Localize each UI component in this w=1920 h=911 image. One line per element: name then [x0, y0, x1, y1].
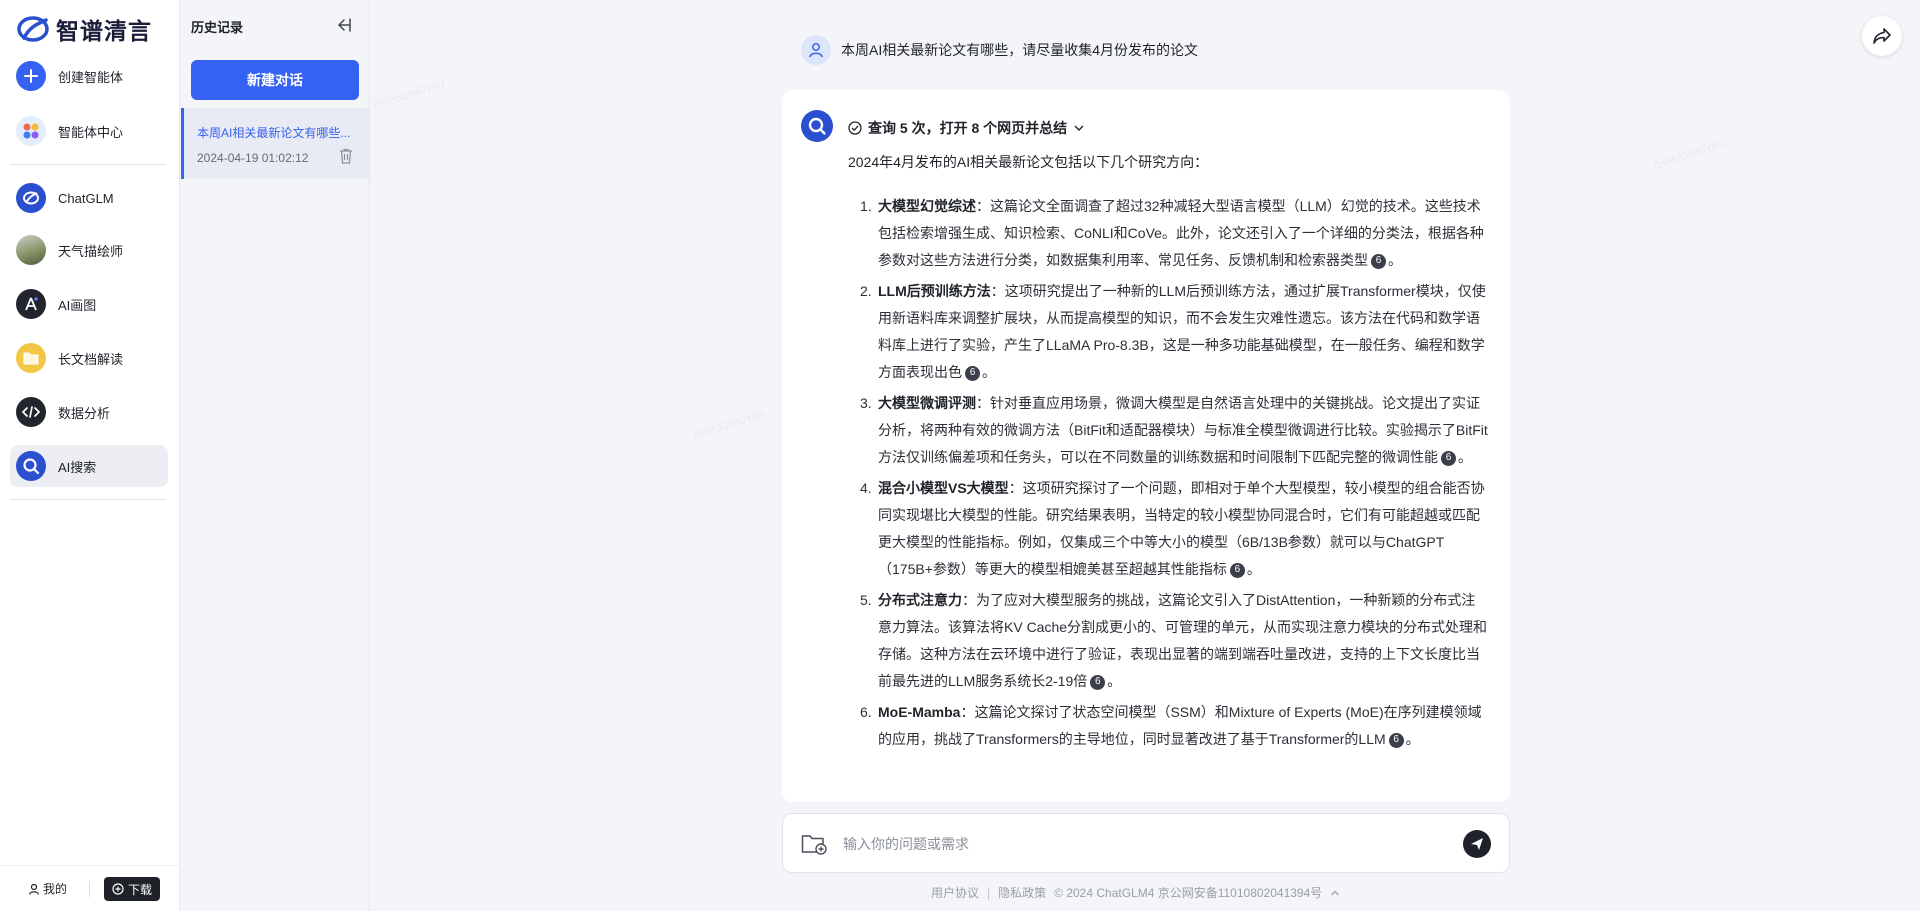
history-title: 历史记录 — [191, 20, 244, 35]
search-summary-text: 查询 5 次，打开 8 个网页并总结 — [868, 120, 1068, 136]
send-button[interactable] — [1463, 830, 1491, 858]
user-avatar — [801, 35, 831, 65]
user-icon — [809, 43, 823, 58]
weather-avatar-icon — [16, 235, 46, 265]
composer — [782, 813, 1510, 873]
nav-label: 数据分析 — [58, 405, 111, 421]
list-item: 5. 分布式注意力：为了应对大模型服务的挑战，这篇论文引入了DistAttenti… — [860, 592, 1488, 690]
list-item: 2. LLM后预训练方法：这项研究提出了一种新的LLM后预训练方法，通过扩展Tra… — [860, 283, 1486, 381]
ai-search-icon — [808, 117, 826, 135]
ai-search-icon — [16, 451, 46, 481]
share-button[interactable] — [1862, 16, 1902, 56]
nav-label: AI画图 — [58, 297, 97, 313]
upload-file-icon[interactable] — [801, 833, 827, 855]
answer-list: 1. 大模型幻觉综述：这篇论文全面调查了超过32种减轻大型语言模型（LLM）幻觉的… — [852, 193, 1488, 757]
citation-badge[interactable]: 6 — [1441, 450, 1456, 466]
main-area: ZHIPUQINGYAN ZHIPUQINGYAN ZHIPUQINGYAN 本… — [371, 0, 1920, 911]
brand-logo[interactable]: 智谱清言 — [16, 12, 152, 46]
chevron-down-icon — [1074, 125, 1084, 131]
history-panel: 历史记录 新建对话 本周AI相关最新论文有哪些... 2024-04-19 01… — [181, 0, 370, 911]
check-circle-icon — [848, 121, 862, 135]
code-icon — [16, 397, 46, 427]
nav-item-agent-center[interactable]: 智能体中心 — [10, 110, 168, 152]
apps-icon — [16, 116, 46, 146]
logo-mark-icon — [17, 16, 49, 42]
user-icon — [28, 883, 40, 895]
my-profile-button[interactable]: 我的 — [28, 880, 67, 897]
trash-icon[interactable] — [339, 148, 353, 164]
document-icon — [16, 343, 46, 373]
download-icon — [112, 883, 124, 895]
list-item: 3. 大模型微调评测：针对垂直应用场景，微调大模型是自然语言处理中的关键挑战。论文… — [860, 395, 1488, 466]
divider: | — [987, 885, 991, 900]
terms-link[interactable]: 用户协议 — [931, 884, 979, 901]
nav-item-chatglm[interactable]: ChatGLM — [10, 177, 168, 219]
citation-badge[interactable]: 6 — [965, 365, 980, 381]
watermark: ZHIPUQINGYAN — [1651, 138, 1727, 173]
nav-divider — [10, 164, 166, 165]
share-icon — [1873, 28, 1891, 44]
nav-label: 长文档解读 — [58, 351, 124, 367]
user-message: 本周AI相关最新论文有哪些，请尽量收集4月份发布的论文 — [801, 35, 1198, 65]
citation-badge[interactable]: 6 — [1388, 732, 1404, 748]
download-label: 下载 — [128, 882, 153, 897]
download-button[interactable]: 下载 — [104, 877, 161, 901]
send-icon — [1471, 838, 1483, 850]
citation-badge[interactable]: 6 — [1229, 562, 1245, 578]
my-profile-label: 我的 — [43, 882, 68, 896]
watermark: ZHIPUQINGYAN — [371, 78, 447, 113]
nav-item-long-doc[interactable]: 长文档解读 — [10, 337, 168, 379]
divider — [89, 881, 90, 897]
chatglm-logo-icon — [16, 183, 46, 213]
new-chat-button[interactable]: 新建对话 — [191, 60, 359, 100]
watermark: ZHIPUQINGYAN — [691, 408, 767, 443]
chevron-up-icon[interactable] — [1330, 888, 1340, 898]
footer: 用户协议 | 隐私政策 © 2024 ChatGLM4 京公网安备1101080… — [931, 884, 1340, 901]
nav-item-weather-painter[interactable]: 天气描绘师 — [10, 229, 168, 271]
plus-icon — [16, 61, 46, 91]
search-summary-toggle[interactable]: 查询 5 次，打开 8 个网页并总结 — [848, 118, 1085, 138]
history-item-title: 本周AI相关最新论文有哪些... — [197, 126, 351, 140]
list-item: 1. 大模型幻觉综述：这篇论文全面调查了超过32种减轻大型语言模型（LLM）幻觉的… — [860, 198, 1484, 269]
citation-badge[interactable]: 6 — [1371, 253, 1386, 269]
nav-bottom-bar: 我的 下载 — [0, 865, 180, 911]
privacy-link[interactable]: 隐私政策 — [998, 884, 1046, 901]
ai-draw-icon — [16, 289, 46, 319]
answer-intro: 2024年4月发布的AI相关最新论文包括以下几个研究方向： — [848, 154, 1209, 170]
nav-label: 天气描绘师 — [58, 243, 124, 259]
user-message-text: 本周AI相关最新论文有哪些，请尽量收集4月份发布的论文 — [841, 42, 1199, 58]
chat-input[interactable] — [843, 830, 1403, 858]
nav-item-data-analysis[interactable]: 数据分析 — [10, 391, 168, 433]
nav-divider — [10, 499, 166, 500]
nav-item-ai-search[interactable]: AI搜索 — [10, 445, 168, 487]
answer-card: 查询 5 次，打开 8 个网页并总结 2024年4月发布的AI相关最新论文包括以… — [782, 90, 1510, 802]
nav-label: AI搜索 — [58, 459, 97, 475]
history-item[interactable]: 本周AI相关最新论文有哪些... 2024-04-19 01:02:12 — [181, 108, 369, 179]
copyright-text: © 2024 ChatGLM4 京公网安备11010802041394号 — [1054, 886, 1323, 900]
left-nav: 智谱清言 创建智能体 智能体中心 ChatGLM 天气描绘师 AI画图 长文档解… — [0, 0, 180, 911]
collapse-sidebar-icon[interactable] — [334, 16, 352, 34]
list-item: 4. 混合小模型VS大模型：这项研究探讨了一个问题，即相对于单个大型模型，较小模型… — [860, 480, 1485, 578]
nav-label: 创建智能体 — [58, 69, 124, 85]
bot-avatar — [801, 110, 833, 142]
nav-item-ai-draw[interactable]: AI画图 — [10, 283, 168, 325]
nav-item-create-agent[interactable]: 创建智能体 — [10, 55, 168, 97]
brand-name: 智谱清言 — [56, 18, 152, 44]
nav-label: 智能体中心 — [58, 124, 124, 140]
list-item: 6. MoE-Mamba：这篇论文探讨了状态空间模型（SSM）和Mixture o… — [860, 704, 1482, 748]
nav-label: ChatGLM — [58, 190, 114, 206]
citation-badge[interactable]: 6 — [1090, 674, 1106, 690]
